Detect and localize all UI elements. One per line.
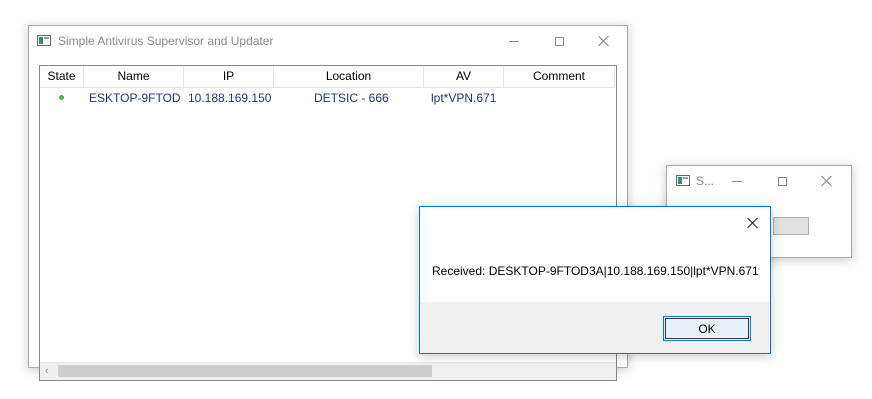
message-text: Received: DESKTOP-9FTOD3A|10.188.169.150… [432, 264, 759, 278]
close-button[interactable] [582, 26, 626, 56]
message-box: Received: DESKTOP-9FTOD3A|10.188.169.150… [419, 206, 771, 354]
horizontal-scrollbar[interactable]: ‹ [40, 362, 616, 380]
list-header: State Name IP Location AV Comment [40, 66, 615, 88]
status-online-icon [59, 95, 64, 100]
secondary-window-title: S... [696, 174, 715, 188]
cell-comment [510, 88, 610, 108]
cell-name: ESKTOP-9FTOD3 [89, 91, 181, 105]
column-header-comment[interactable]: Comment [504, 66, 615, 87]
column-header-av[interactable]: AV [424, 66, 504, 87]
close-icon [747, 217, 759, 229]
message-body: Received: DESKTOP-9FTOD3A|10.188.169.150… [420, 207, 770, 302]
table-row[interactable]: ESKTOP-9FTOD3 10.188.169.150 DETSIC - 66… [40, 88, 615, 108]
minimize-icon [732, 180, 742, 182]
maximize-button[interactable] [760, 166, 804, 196]
column-header-state[interactable]: State [40, 66, 84, 87]
close-icon [821, 175, 833, 187]
cell-av: lpt*VPN.671 [431, 91, 497, 105]
minimize-button[interactable] [715, 166, 759, 196]
scroll-left-icon[interactable]: ‹ [45, 365, 49, 378]
minimize-icon [509, 40, 519, 42]
maximize-icon [777, 176, 787, 186]
ok-button[interactable]: OK [663, 316, 751, 341]
scroll-thumb[interactable] [58, 365, 432, 377]
close-button[interactable] [733, 208, 773, 238]
close-icon [598, 35, 610, 47]
cell-location: DETSIC - 666 [314, 91, 389, 105]
window-title: Simple Antivirus Supervisor and Updater [58, 34, 274, 48]
column-header-name[interactable]: Name [84, 66, 184, 87]
cell-ip: 10.188.169.150 [188, 91, 272, 105]
app-icon [37, 35, 51, 46]
maximize-icon [554, 36, 564, 46]
column-header-location[interactable]: Location [274, 66, 424, 87]
minimize-button[interactable] [492, 26, 536, 56]
secondary-titlebar[interactable]: S... [667, 166, 851, 196]
maximize-button[interactable] [537, 26, 581, 56]
app-icon [676, 175, 690, 186]
secondary-button[interactable] [773, 217, 809, 235]
close-button[interactable] [805, 166, 849, 196]
message-footer: OK [420, 302, 770, 353]
main-titlebar[interactable]: Simple Antivirus Supervisor and Updater [29, 26, 627, 56]
column-header-ip[interactable]: IP [184, 66, 274, 87]
